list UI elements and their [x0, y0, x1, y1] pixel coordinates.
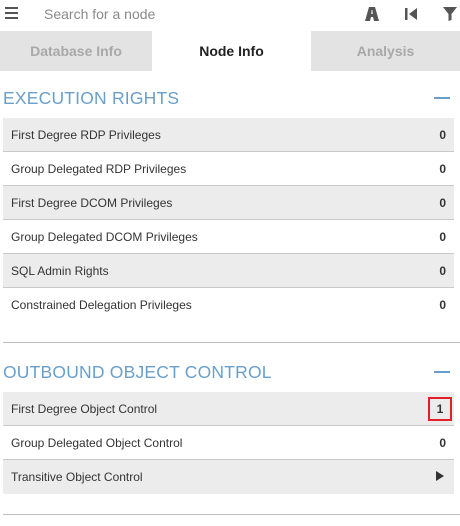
- back-icon[interactable]: [402, 5, 420, 23]
- tab-analysis[interactable]: Analysis: [311, 31, 460, 71]
- pathfinding-icon[interactable]: [363, 5, 381, 23]
- table-row[interactable]: Group Delegated DCOM Privileges 0: [3, 220, 454, 254]
- row-label: First Degree Object Control: [11, 402, 158, 416]
- row-value[interactable]: 0: [439, 436, 446, 450]
- execution-rights-header[interactable]: EXECUTION RIGHTS: [0, 84, 460, 114]
- table-row[interactable]: Group Delegated RDP Privileges 0: [3, 152, 454, 186]
- menu-icon[interactable]: [5, 7, 18, 20]
- execution-rights-table: First Degree RDP Privileges 0 Group Dele…: [3, 118, 454, 322]
- search-bar: [0, 0, 460, 29]
- table-row[interactable]: Constrained Delegation Privileges 0: [3, 288, 454, 322]
- table-row[interactable]: First Degree DCOM Privileges 0: [3, 186, 454, 220]
- row-label: Constrained Delegation Privileges: [11, 298, 192, 312]
- row-value[interactable]: 0: [439, 230, 446, 244]
- section-title: OUTBOUND OBJECT CONTROL: [3, 362, 272, 382]
- row-value[interactable]: 1: [428, 397, 452, 421]
- row-label: Group Delegated DCOM Privileges: [11, 230, 198, 244]
- table-row[interactable]: Transitive Object Control: [3, 460, 454, 494]
- outbound-control-header[interactable]: OUTBOUND OBJECT CONTROL: [0, 358, 460, 388]
- row-label: Group Delegated Object Control: [11, 436, 183, 450]
- row-label: Group Delegated RDP Privileges: [11, 162, 187, 176]
- table-row[interactable]: Group Delegated Object Control 0: [3, 426, 454, 460]
- search-input[interactable]: [36, 3, 336, 25]
- tab-bar: Database Info Node Info Analysis: [0, 31, 460, 71]
- collapse-icon[interactable]: [434, 371, 450, 373]
- collapse-icon[interactable]: [434, 97, 450, 99]
- row-label: First Degree RDP Privileges: [11, 128, 161, 142]
- outbound-control-table: First Degree Object Control 1 Group Dele…: [3, 392, 454, 494]
- row-label: First Degree DCOM Privileges: [11, 196, 173, 210]
- row-value[interactable]: 0: [439, 196, 446, 210]
- tab-database-info[interactable]: Database Info: [0, 31, 152, 71]
- table-row[interactable]: SQL Admin Rights 0: [3, 254, 454, 288]
- table-row[interactable]: First Degree Object Control 1: [3, 392, 454, 426]
- section-divider: [3, 514, 460, 515]
- row-value[interactable]: 0: [439, 264, 446, 278]
- row-value[interactable]: 0: [439, 162, 446, 176]
- tab-node-info[interactable]: Node Info: [152, 31, 311, 71]
- section-divider: [3, 342, 460, 343]
- table-row[interactable]: First Degree RDP Privileges 0: [3, 118, 454, 152]
- section-title: EXECUTION RIGHTS: [3, 88, 180, 108]
- filter-icon[interactable]: [441, 5, 459, 23]
- row-value[interactable]: 0: [439, 128, 446, 142]
- expand-arrow-icon[interactable]: [436, 471, 444, 481]
- row-value[interactable]: 0: [439, 298, 446, 312]
- row-label: Transitive Object Control: [11, 470, 143, 484]
- row-label: SQL Admin Rights: [11, 264, 109, 278]
